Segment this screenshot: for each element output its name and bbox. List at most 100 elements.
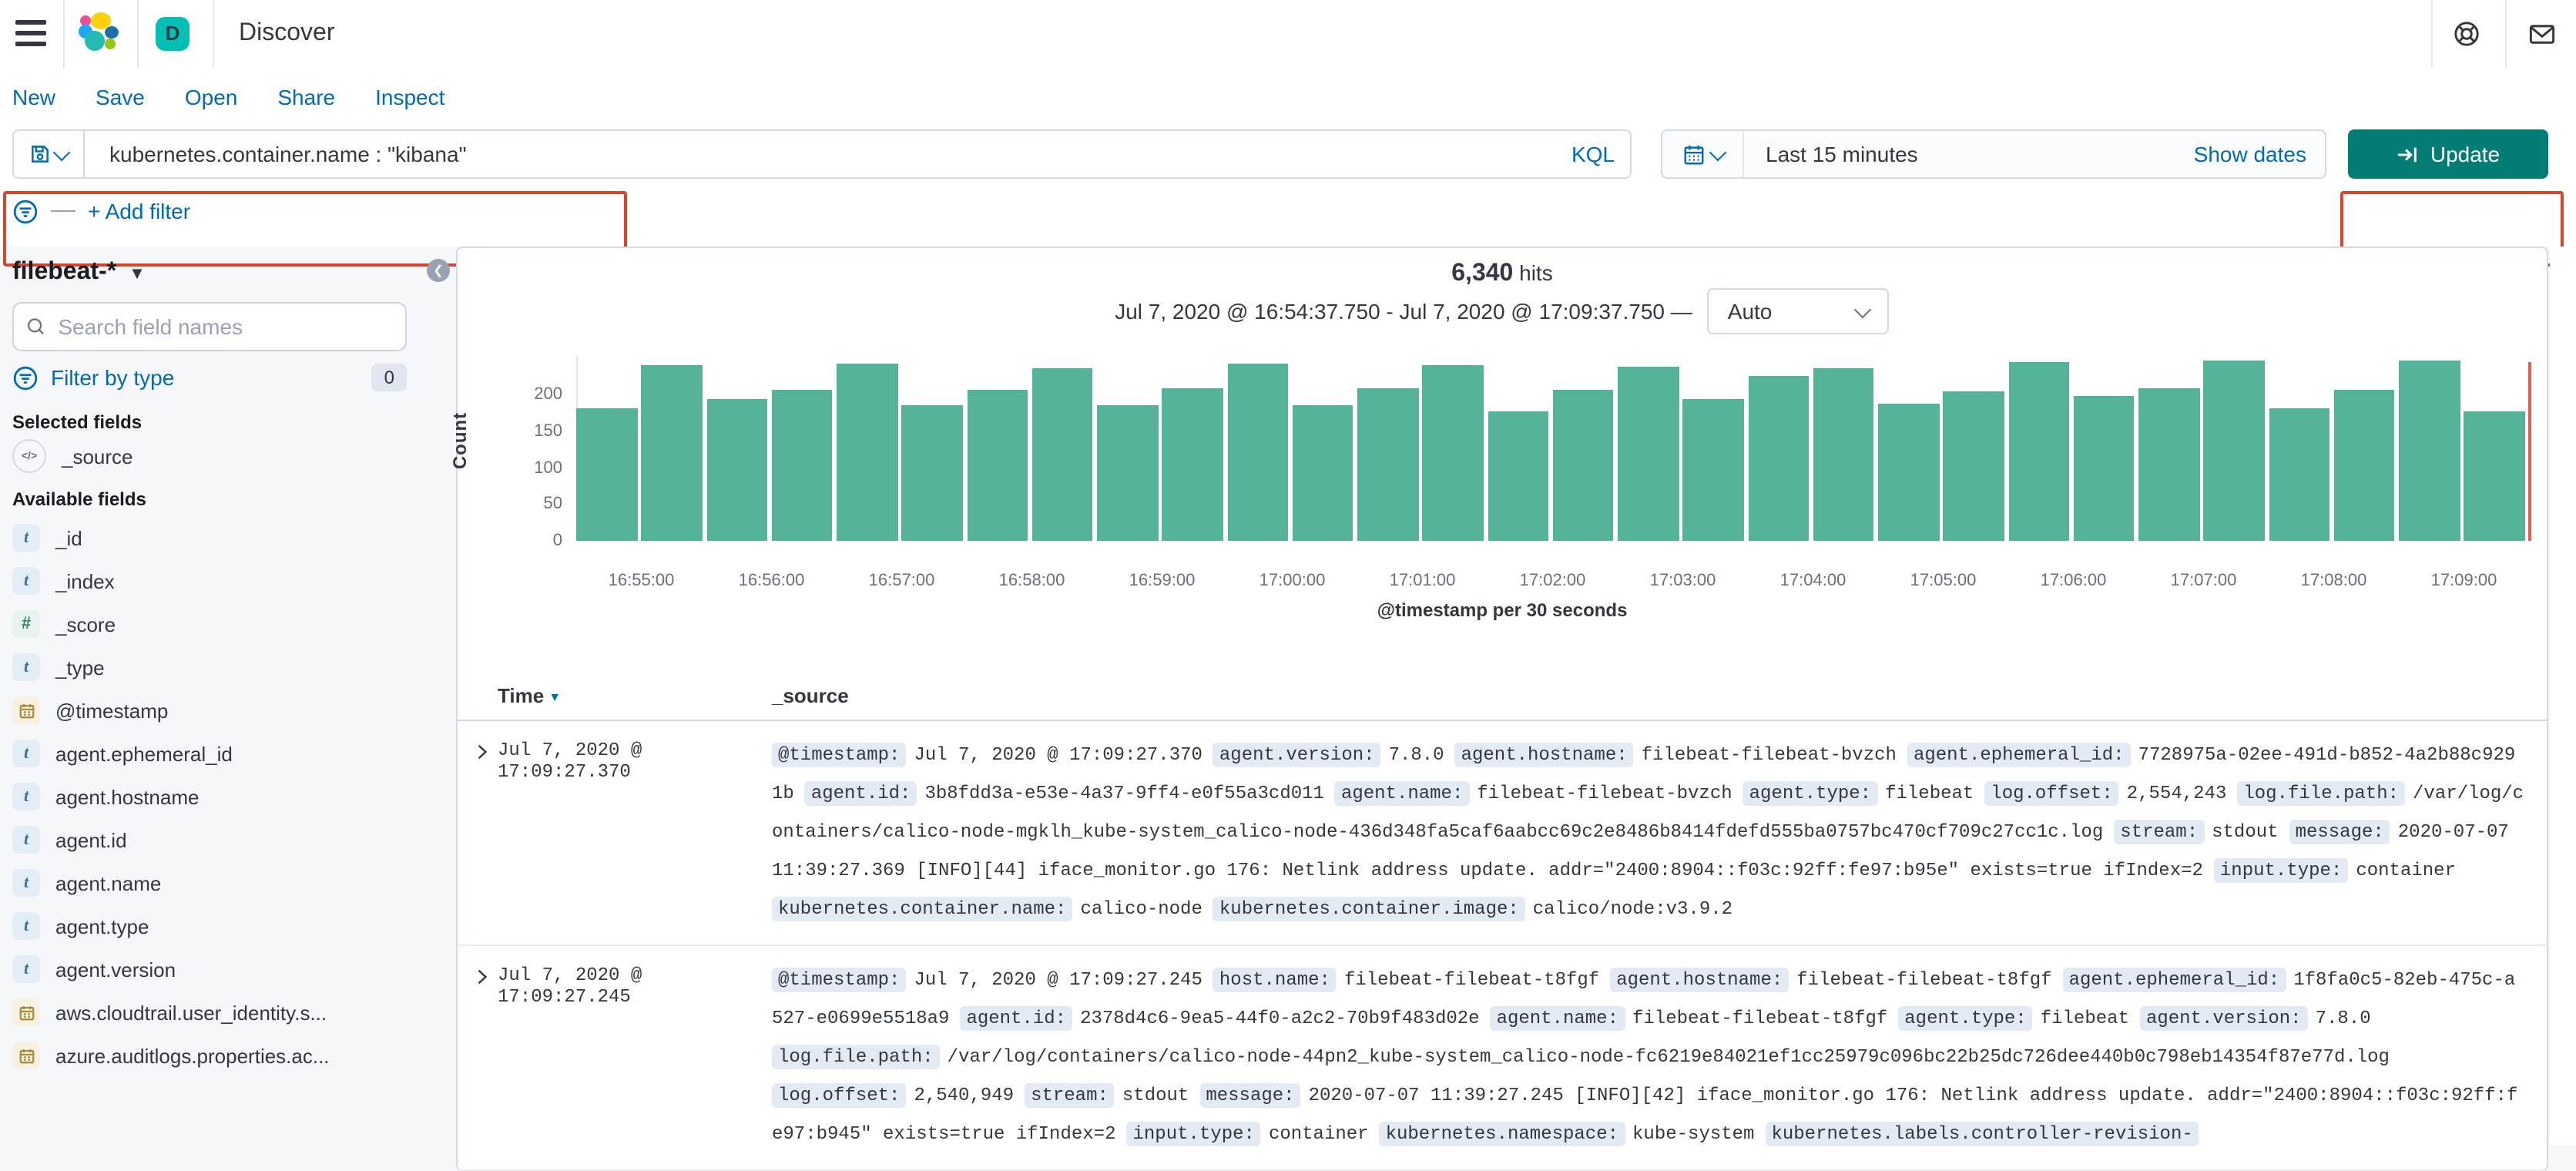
- add-filter-button[interactable]: + Add filter: [88, 199, 190, 223]
- histogram-bar[interactable]: [771, 389, 833, 541]
- filter-by-type-button[interactable]: Filter by type: [51, 365, 360, 390]
- field-key-badge: @timestamp:: [772, 968, 907, 992]
- expand-row-icon[interactable]: [473, 736, 498, 929]
- field-value: filebeat: [2040, 1008, 2129, 1029]
- field-item-_source[interactable]: </> _source: [12, 435, 444, 478]
- field-value: container: [2356, 860, 2456, 881]
- toolbar-link-save[interactable]: Save: [96, 85, 145, 109]
- field-name: _index: [55, 569, 115, 592]
- field-search-input[interactable]: [55, 313, 393, 341]
- field-item-_id[interactable]: t _id: [12, 516, 444, 559]
- chart-range-line: Jul 7, 2020 @ 16:54:37.750 - Jul 7, 2020…: [458, 288, 2547, 334]
- histogram-bar[interactable]: [641, 365, 703, 541]
- histogram-bar[interactable]: [1943, 391, 2004, 541]
- histogram-bar[interactable]: [2333, 390, 2395, 541]
- kibana-discover-page: D Discover New Save Open Share Inspect k…: [0, 0, 2576, 1171]
- histogram-bar[interactable]: [967, 389, 1028, 541]
- row-timestamp: Jul 7, 2020 @ 17:09:27.245: [498, 965, 642, 1008]
- quick-select-menu-button[interactable]: [1662, 131, 1744, 177]
- toolbar-link-open[interactable]: Open: [185, 85, 238, 109]
- histogram-bar[interactable]: [1878, 404, 1939, 541]
- histogram-bar[interactable]: [2073, 396, 2135, 541]
- selected-fields-header: Selected fields: [12, 411, 143, 433]
- histogram-bar[interactable]: [1357, 388, 1418, 541]
- time-column-header[interactable]: Time ▼: [498, 684, 561, 707]
- field-key-badge: agent.id:: [960, 1006, 1073, 1031]
- query-input[interactable]: kubernetes.container.name : "kibana" KQL: [83, 129, 1632, 179]
- space-avatar[interactable]: D: [156, 17, 190, 51]
- field-item-agent.hostname[interactable]: t agent.hostname: [12, 775, 444, 818]
- interval-select[interactable]: Auto: [1707, 288, 1890, 334]
- x-axis-title: @timestamp per 30 seconds: [1377, 599, 1628, 621]
- hits-line: 6,340 hits: [458, 260, 2547, 288]
- field-item-_score[interactable]: # _score: [12, 602, 444, 646]
- menu-icon[interactable]: [15, 20, 46, 46]
- field-item-@timestamp[interactable]: @timestamp: [12, 689, 444, 732]
- histogram-bar[interactable]: [1552, 389, 1614, 541]
- toolbar-link-new[interactable]: New: [12, 85, 55, 109]
- histogram-bar[interactable]: [1292, 405, 1353, 541]
- update-button[interactable]: Update: [2348, 129, 2548, 179]
- histogram-bar[interactable]: [2138, 388, 2199, 541]
- field-value: 7.8.0: [2315, 1008, 2371, 1029]
- field-name: agent.name: [55, 871, 162, 894]
- field-value: Jul 7, 2020 @ 17:09:27.245: [914, 969, 1202, 991]
- elastic-logo-icon[interactable]: [79, 12, 119, 55]
- field-name: agent.type: [55, 914, 149, 938]
- histogram-bar[interactable]: [1618, 367, 1679, 541]
- field-value: 3b8fdd3a-e53e-4a37-9ff4-e0f55a3cd011: [924, 783, 1324, 804]
- histogram-bar[interactable]: [1682, 399, 1744, 541]
- toolbar-link-share[interactable]: Share: [277, 85, 335, 109]
- time-range-label[interactable]: Last 15 minutes: [1744, 142, 2194, 166]
- histogram-bar[interactable]: [576, 408, 637, 541]
- histogram-bar[interactable]: [2203, 360, 2265, 541]
- histogram-bar[interactable]: [1227, 363, 1288, 541]
- histogram-bar[interactable]: [1488, 411, 1548, 541]
- histogram-bar[interactable]: [1813, 367, 1874, 541]
- field-item-_type[interactable]: t _type: [12, 646, 444, 689]
- histogram-bar[interactable]: [706, 399, 767, 541]
- filter-by-type-row: Filter by type 0: [12, 364, 407, 391]
- field-value: 7.8.0: [1388, 744, 1444, 766]
- field-item-aws.cloudtrail.user_identity.s...[interactable]: aws.cloudtrail.user_identity.s...: [12, 991, 444, 1034]
- field-item-_index[interactable]: t _index: [12, 559, 444, 602]
- table-row: Jul 7, 2020 @ 17:09:27.245 @timestamp: Jul…: [458, 946, 2547, 1171]
- histogram-bar[interactable]: [2269, 408, 2329, 541]
- field-item-agent.id[interactable]: t agent.id: [12, 818, 444, 861]
- show-dates-button[interactable]: Show dates: [2194, 142, 2325, 166]
- mail-icon[interactable]: [2528, 20, 2556, 48]
- histogram-bar[interactable]: [1162, 388, 1223, 541]
- field-item-agent.type[interactable]: t agent.type: [12, 904, 444, 948]
- histogram-bar[interactable]: [837, 363, 897, 541]
- histogram-bar[interactable]: [901, 404, 963, 541]
- field-item-agent.ephemeral_id[interactable]: t agent.ephemeral_id: [12, 732, 444, 775]
- field-item-agent.version[interactable]: t agent.version: [12, 948, 444, 991]
- y-tick-label: 50: [543, 495, 563, 514]
- filter-icon: [13, 365, 38, 390]
- collapse-sidebar-button[interactable]: ❮: [427, 259, 450, 282]
- help-icon[interactable]: [2453, 20, 2480, 48]
- index-pattern-switcher[interactable]: filebeat-* ▼: [12, 259, 146, 287]
- histogram-bar[interactable]: [1031, 368, 1093, 541]
- filter-icon[interactable]: [12, 198, 39, 224]
- field-key-badge: kubernetes.namespace:: [1379, 1122, 1625, 1146]
- saved-query-menu-button[interactable]: [12, 129, 83, 179]
- histogram-bar[interactable]: [2399, 361, 2460, 541]
- field-value: filebeat: [1885, 783, 1974, 804]
- histogram-bar[interactable]: [2464, 411, 2525, 541]
- histogram-bar[interactable]: [1422, 365, 1484, 541]
- histogram-bar[interactable]: [2008, 362, 2069, 541]
- field-item-agent.name[interactable]: t agent.name: [12, 861, 444, 904]
- fields-sidebar: filebeat-*▼ ❮ Filter by type 0 Selected …: [0, 247, 456, 1145]
- query-language-button[interactable]: KQL: [1571, 142, 1615, 166]
- field-key-badge: @timestamp:: [772, 743, 907, 767]
- filter-bar: — + Add filter: [12, 197, 190, 225]
- save-icon: [32, 146, 49, 163]
- date-type-icon: [12, 696, 40, 724]
- field-value: stdout: [1122, 1085, 1189, 1106]
- field-item-azure.auditlogs.properties.ac...[interactable]: azure.auditlogs.properties.ac...: [12, 1034, 444, 1077]
- histogram-bar[interactable]: [1748, 376, 1809, 541]
- histogram-bar[interactable]: [1097, 405, 1158, 541]
- expand-row-icon[interactable]: [473, 961, 498, 1154]
- toolbar-link-inspect[interactable]: Inspect: [375, 85, 444, 109]
